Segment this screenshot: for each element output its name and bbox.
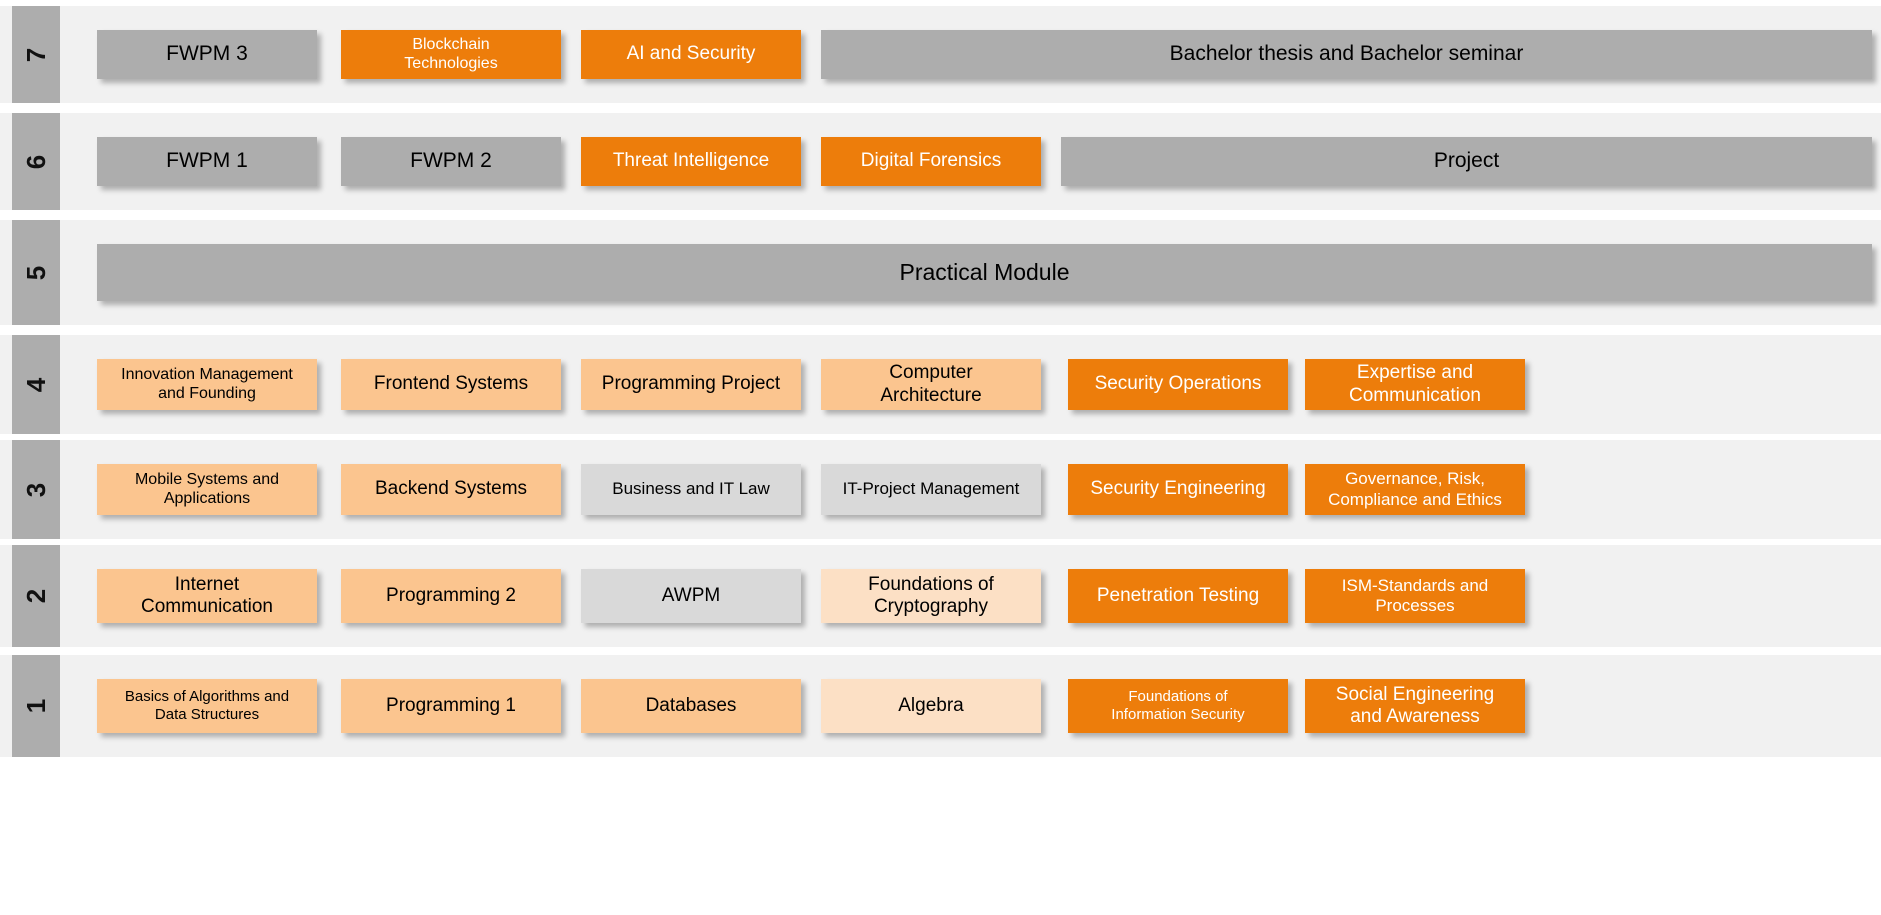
- module-box[interactable]: Mobile Systems and Applications: [97, 464, 317, 515]
- module-box[interactable]: Digital Forensics: [821, 137, 1041, 186]
- module-box[interactable]: Project: [1061, 137, 1872, 186]
- semester-modules-track: Practical Module: [60, 220, 1881, 325]
- module-box[interactable]: Programming 2: [341, 569, 561, 623]
- module-box[interactable]: Expertise and Communication: [1305, 359, 1525, 410]
- semester-number-cell-5: 5: [12, 220, 60, 325]
- module-box[interactable]: Social Engineering and Awareness: [1305, 679, 1525, 733]
- module-box[interactable]: Threat Intelligence: [581, 137, 801, 186]
- semester-number-cell-7: 7: [12, 6, 60, 103]
- semester-number-cell-2: 2: [12, 545, 60, 647]
- module-box[interactable]: FWPM 1: [97, 137, 317, 186]
- semester-number-cell-1: 1: [12, 655, 60, 757]
- module-box[interactable]: Innovation Management and Founding: [97, 359, 317, 410]
- module-box[interactable]: Practical Module: [97, 244, 1872, 301]
- module-box[interactable]: FWPM 2: [341, 137, 561, 186]
- semester-row-5: 5 Practical Module: [0, 220, 1881, 325]
- semester-number-label: 7: [21, 47, 51, 62]
- semester-row-3: 3 Mobile Systems and Applications Backend …: [0, 440, 1881, 539]
- semester-number-label: 6: [21, 154, 51, 169]
- module-box[interactable]: Foundations of Cryptography: [821, 569, 1041, 623]
- semester-modules-track: Mobile Systems and Applications Backend S…: [60, 440, 1881, 539]
- semester-modules-track: Innovation Management and Founding Fronte…: [60, 335, 1881, 434]
- module-box[interactable]: Governance, Risk, Compliance and Ethics: [1305, 464, 1525, 515]
- semester-modules-track: Basics of Algorithms and Data Structures…: [60, 655, 1881, 757]
- module-box[interactable]: Frontend Systems: [341, 359, 561, 410]
- semester-number-cell-6: 6: [12, 113, 60, 210]
- module-box[interactable]: ISM-Standards and Processes: [1305, 569, 1525, 623]
- semester-modules-track: FWPM 1 FWPM 2 Threat Intelligence Digital F…: [60, 113, 1881, 210]
- semester-number-label: 5: [21, 265, 51, 280]
- module-box[interactable]: Security Engineering: [1068, 464, 1288, 515]
- semester-row-2: 2 Internet Communication Programming 2 AWPM…: [0, 545, 1881, 647]
- semester-row-4: 4 Innovation Management and Founding Front…: [0, 335, 1881, 434]
- module-box[interactable]: Internet Communication: [97, 569, 317, 623]
- semester-row-6: 6 FWPM 1 FWPM 2 Threat Intelligence Digital …: [0, 113, 1881, 210]
- module-box[interactable]: Penetration Testing: [1068, 569, 1288, 623]
- module-box[interactable]: Computer Architecture: [821, 359, 1041, 410]
- curriculum-diagram: 7 FWPM 3 Blockchain Technologies AI and Sec…: [0, 0, 1881, 915]
- module-box[interactable]: Bachelor thesis and Bachelor seminar: [821, 30, 1872, 79]
- module-box[interactable]: FWPM 3: [97, 30, 317, 79]
- module-box[interactable]: AWPM: [581, 569, 801, 623]
- semester-row-1: 1 Basics of Algorithms and Data Structure…: [0, 655, 1881, 757]
- semester-number-cell-4: 4: [12, 335, 60, 434]
- module-box[interactable]: Blockchain Technologies: [341, 30, 561, 79]
- semester-number-label: 4: [21, 377, 51, 392]
- module-box[interactable]: Programming 1: [341, 679, 561, 733]
- module-box[interactable]: AI and Security: [581, 30, 801, 79]
- module-box[interactable]: Programming Project: [581, 359, 801, 410]
- module-box[interactable]: Backend Systems: [341, 464, 561, 515]
- module-box[interactable]: Foundations of Information Security: [1068, 679, 1288, 733]
- semester-number-cell-3: 3: [12, 440, 60, 539]
- semester-modules-track: Internet Communication Programming 2 AWPM F…: [60, 545, 1881, 647]
- semester-number-label: 1: [21, 698, 51, 714]
- module-box[interactable]: Basics of Algorithms and Data Structures: [97, 679, 317, 733]
- module-box[interactable]: Algebra: [821, 679, 1041, 733]
- semester-number-label: 3: [21, 482, 51, 497]
- module-box[interactable]: IT-Project Management: [821, 464, 1041, 515]
- semester-modules-track: FWPM 3 Blockchain Technologies AI and Secu…: [60, 6, 1881, 103]
- semester-row-7: 7 FWPM 3 Blockchain Technologies AI and Sec…: [0, 6, 1881, 103]
- module-box[interactable]: Business and IT Law: [581, 464, 801, 515]
- semester-number-label: 2: [21, 588, 51, 604]
- module-box[interactable]: Security Operations: [1068, 359, 1288, 410]
- module-box[interactable]: Databases: [581, 679, 801, 733]
